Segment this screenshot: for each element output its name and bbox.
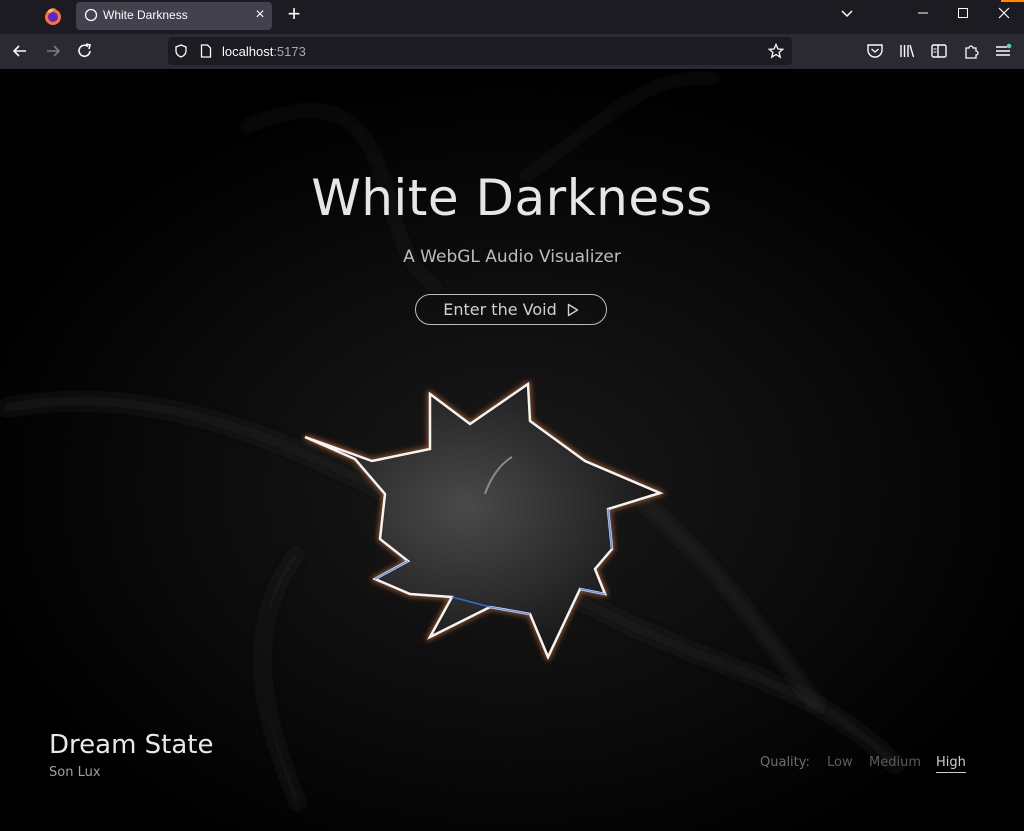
quality-label: Quality: xyxy=(760,755,810,770)
chevron-down-icon[interactable] xyxy=(836,4,858,24)
browser-tab-bar: White Darkness × + xyxy=(0,0,1024,34)
enter-the-void-button[interactable]: Enter the Void xyxy=(415,294,607,325)
pocket-icon[interactable] xyxy=(866,42,884,60)
track-title: Dream State xyxy=(49,730,214,760)
close-window-icon[interactable] xyxy=(984,0,1024,28)
shield-icon[interactable] xyxy=(174,44,188,58)
url-text: localhost:5173 xyxy=(222,44,306,59)
library-icon[interactable] xyxy=(898,42,916,60)
sidebar-icon[interactable] xyxy=(930,42,948,60)
close-tab-icon[interactable]: × xyxy=(252,6,268,24)
puzzle-icon[interactable] xyxy=(962,42,980,60)
tab-title: White Darkness xyxy=(103,8,188,22)
window-accent xyxy=(1001,0,1024,2)
page-title: White Darkness xyxy=(311,169,713,227)
url-bar[interactable]: localhost:5173 xyxy=(168,37,792,65)
enter-button-label: Enter the Void xyxy=(443,300,557,319)
reload-icon[interactable] xyxy=(73,40,97,62)
arrow-left-icon[interactable] xyxy=(8,40,32,62)
quality-option-medium[interactable]: Medium xyxy=(869,755,921,770)
minimize-icon[interactable] xyxy=(903,0,943,28)
page-subtitle: A WebGL Audio Visualizer xyxy=(403,247,621,267)
hamburger-menu-icon[interactable] xyxy=(994,42,1012,60)
tab-white-darkness[interactable]: White Darkness × xyxy=(76,2,272,30)
visualizer-page: White Darkness A WebGL Audio Visualizer … xyxy=(0,69,1024,831)
quality-option-low[interactable]: Low xyxy=(827,755,853,770)
new-tab-button[interactable]: + xyxy=(282,2,306,26)
quality-option-high[interactable]: High xyxy=(936,755,966,773)
firefox-icon[interactable] xyxy=(42,5,64,27)
track-artist: Son Lux xyxy=(49,765,101,780)
arrow-right-icon[interactable] xyxy=(41,40,65,62)
browser-nav-bar: localhost:5173 xyxy=(0,34,1024,69)
globe-icon xyxy=(84,8,98,22)
maximize-icon[interactable] xyxy=(943,0,983,28)
page-icon[interactable] xyxy=(200,44,212,58)
play-icon xyxy=(567,303,578,316)
star-icon[interactable] xyxy=(768,43,784,59)
